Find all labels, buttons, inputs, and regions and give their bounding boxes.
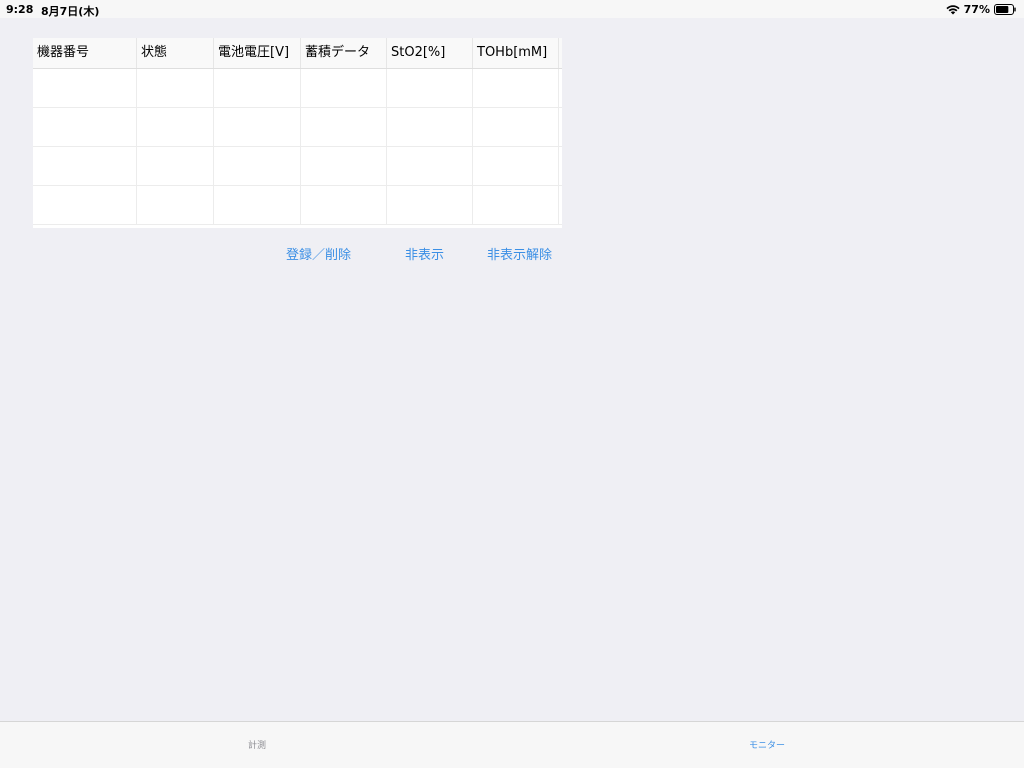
table-cell: [473, 108, 559, 146]
table-cell: [137, 108, 214, 146]
status-date: 8月7日(木): [41, 5, 100, 18]
table-header: 機器番号 状態 電池電圧[V] 蓄積データ StO2[%] TOHb[mM]: [33, 38, 562, 69]
table-row[interactable]: [33, 69, 562, 108]
table-cell: [301, 186, 387, 224]
register-delete-button[interactable]: 登録／削除: [286, 244, 351, 263]
table-cell: [473, 186, 559, 224]
unhide-button[interactable]: 非表示解除: [487, 244, 552, 263]
status-bar: 9:28 8月7日(木) 77%: [0, 0, 1024, 18]
battery-icon: [994, 4, 1016, 15]
table-row[interactable]: [33, 147, 562, 186]
table-cell: [473, 69, 559, 107]
table-cell: [214, 147, 301, 185]
battery-percent: 77%: [963, 3, 990, 16]
column-header-battery-voltage: 電池電圧[V]: [214, 38, 301, 68]
status-right: 77%: [946, 3, 1016, 16]
table-row[interactable]: [33, 186, 562, 225]
table-cell: [33, 147, 137, 185]
column-header-status: 状態: [137, 38, 214, 68]
column-header-device-number: 機器番号: [33, 38, 137, 68]
table-cell: [387, 186, 473, 224]
table-cell: [473, 147, 559, 185]
tab-measure[interactable]: 計測: [248, 738, 266, 751]
tab-bar: 計測 モニター: [0, 721, 1024, 768]
table-cell: [214, 69, 301, 107]
table-cell: [137, 69, 214, 107]
table-cell: [137, 186, 214, 224]
table-cell: [33, 186, 137, 224]
column-header-tohb: TOHb[mM]: [473, 38, 559, 68]
tab-monitor[interactable]: モニター: [749, 738, 785, 751]
table-cell: [387, 69, 473, 107]
table-cell: [33, 108, 137, 146]
status-time: 9:28: [6, 3, 34, 16]
device-table: 機器番号 状態 電池電圧[V] 蓄積データ StO2[%] TOHb[mM]: [33, 38, 562, 228]
hide-button[interactable]: 非表示: [405, 244, 444, 263]
table-cell: [214, 108, 301, 146]
wifi-icon: [946, 4, 960, 15]
column-header-stored-data: 蓄積データ: [301, 38, 387, 68]
column-header-sto2: StO2[%]: [387, 38, 473, 68]
table-cell: [387, 147, 473, 185]
action-bar: 登録／削除 非表示 非表示解除: [0, 244, 1024, 264]
table-row[interactable]: [33, 108, 562, 147]
table-cell: [301, 108, 387, 146]
table-cell: [301, 147, 387, 185]
table-cell: [137, 147, 214, 185]
table-cell: [33, 69, 137, 107]
table-cell: [301, 69, 387, 107]
table-cell: [387, 108, 473, 146]
table-cell: [214, 186, 301, 224]
